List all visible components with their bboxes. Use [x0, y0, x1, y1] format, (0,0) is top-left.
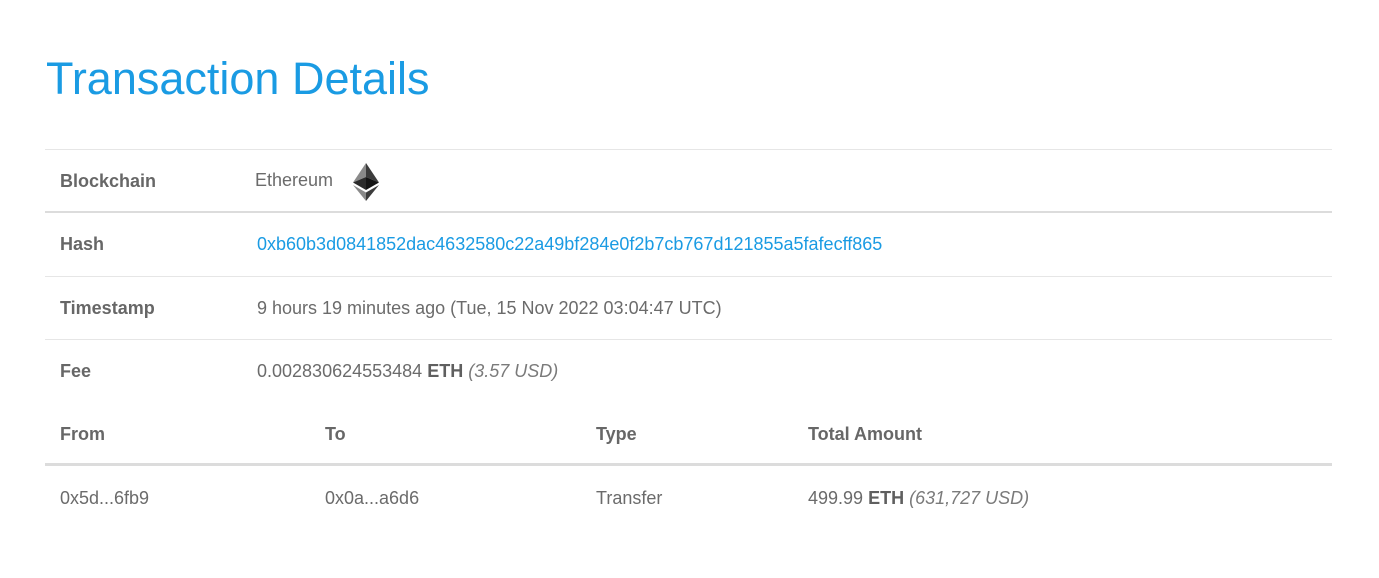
transfers-table: From To Type Total Amount 0x5d...6fb9 0x…	[45, 403, 1332, 529]
to-address-link[interactable]: 0x0a...a6d6	[325, 466, 419, 530]
hash-row: Hash 0xb60b3d0841852dac4632580c22a49bf28…	[45, 213, 1332, 276]
fee-row: Fee 0.002830624553484 ETH (3.57 USD)	[45, 339, 1332, 402]
blockchain-label: Blockchain	[60, 171, 157, 191]
amount-value: 499.99	[808, 488, 864, 508]
fee-unit: ETH	[427, 361, 464, 381]
transfers-header: From To Type Total Amount	[45, 403, 1332, 466]
hash-link[interactable]: 0xb60b3d0841852dac4632580c22a49bf284e0f2…	[257, 234, 882, 254]
timestamp-value: 9 hours 19 minutes ago (Tue, 15 Nov 2022…	[257, 298, 722, 318]
transfer-type: Transfer	[596, 488, 663, 508]
timestamp-label: Timestamp	[60, 298, 155, 318]
header-total-amount: Total Amount	[808, 424, 922, 444]
header-type: Type	[596, 424, 637, 444]
transaction-details-table: Blockchain Ethereum Hash 0xb60b3d0841852…	[45, 149, 1332, 402]
fee-value: 0.002830624553484 ETH (3.57 USD)	[257, 340, 558, 403]
fee-amount: 0.002830624553484	[257, 361, 423, 381]
hash-label: Hash	[60, 234, 105, 254]
blockchain-row: Blockchain Ethereum	[45, 149, 1332, 213]
amount-unit: ETH	[868, 488, 905, 508]
page-title: Transaction Details	[46, 53, 430, 104]
header-from: From	[60, 424, 105, 444]
ethereum-icon	[353, 163, 379, 201]
fee-usd: (3.57 USD)	[468, 361, 559, 381]
hash-value: 0xb60b3d0841852dac4632580c22a49bf284e0f2…	[257, 213, 882, 276]
blockchain-value: Ethereum	[255, 170, 334, 190]
page: Transaction Details Blockchain Ethereum …	[0, 0, 1379, 578]
table-row: 0x5d...6fb9 0x0a...a6d6 Transfer 499.99 …	[45, 466, 1332, 529]
total-amount: 499.99 ETH (631,727 USD)	[808, 466, 1029, 530]
timestamp-row: Timestamp 9 hours 19 minutes ago (Tue, 1…	[45, 276, 1332, 339]
fee-label: Fee	[60, 361, 92, 381]
amount-usd: (631,727 USD)	[909, 488, 1030, 508]
header-to: To	[325, 424, 346, 444]
from-address-link[interactable]: 0x5d...6fb9	[60, 466, 149, 530]
